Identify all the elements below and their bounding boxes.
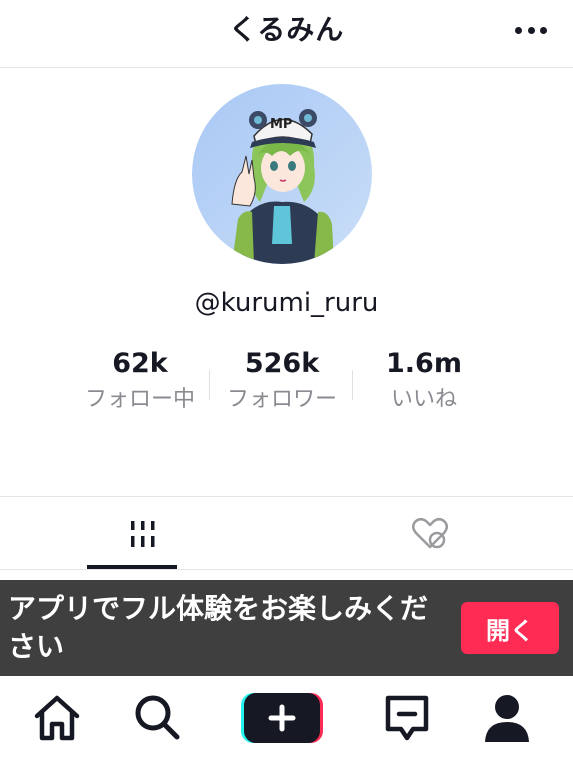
banner-text: アプリでフル体験をお楽しみください (8, 592, 429, 663)
stat-label: フォロー中 (84, 387, 195, 412)
home-icon (34, 695, 80, 741)
search-icon (135, 695, 180, 740)
stat-value: 1.6m (386, 348, 462, 379)
profile-icon (485, 695, 529, 742)
stat-divider (352, 370, 353, 400)
avatar[interactable]: MP (192, 84, 372, 264)
nav-search[interactable] (122, 690, 192, 746)
page-title: くるみん (228, 13, 345, 46)
dot (515, 26, 522, 34)
nav-create[interactable] (240, 690, 324, 746)
stat-followers[interactable]: 526k フォロワー (212, 348, 352, 413)
open-app-button[interactable]: 開く (461, 602, 559, 654)
top-header: くるみん (0, 0, 573, 68)
bottom-nav (0, 676, 573, 757)
profile-tabs (0, 496, 573, 570)
tab-videos[interactable] (0, 497, 286, 570)
stat-following[interactable]: 62k フォロー中 (70, 348, 210, 413)
dot (527, 26, 535, 34)
svg-text:MP: MP (270, 117, 292, 132)
more-options-button[interactable] (507, 14, 555, 46)
videos-grid-icon (131, 520, 155, 547)
stat-value: 62k (112, 348, 168, 379)
nav-profile[interactable] (472, 690, 542, 746)
stat-value: 526k (244, 348, 320, 379)
create-plus-icon (241, 693, 323, 743)
tab-liked[interactable] (287, 497, 573, 570)
nav-inbox[interactable] (372, 690, 442, 746)
inbox-icon (385, 695, 429, 741)
open-app-banner: アプリでフル体験をお楽しみください 開く (0, 580, 573, 676)
stat-likes: 1.6m いいね (354, 348, 494, 413)
avatar-illustration-icon: MP (192, 84, 372, 264)
liked-hidden-icon (412, 517, 448, 548)
active-tab-indicator (87, 565, 177, 569)
username: @kurumi_ruru (194, 288, 379, 318)
stat-divider (209, 370, 210, 400)
dot (540, 26, 547, 34)
nav-home[interactable] (22, 690, 92, 746)
stat-label: いいね (390, 387, 457, 412)
stat-label: フォロワー (226, 387, 337, 412)
